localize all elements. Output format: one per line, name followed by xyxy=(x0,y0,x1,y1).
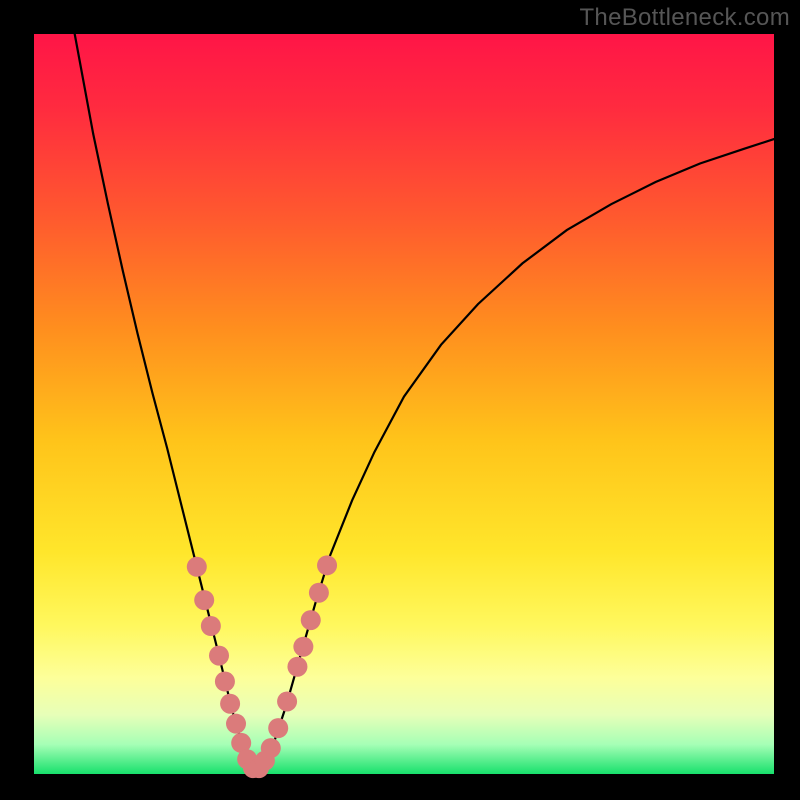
curve-marker xyxy=(215,672,235,692)
curve-marker xyxy=(277,691,297,711)
curve-marker xyxy=(187,557,207,577)
plot-background xyxy=(34,34,774,774)
curve-marker xyxy=(194,590,214,610)
curve-marker xyxy=(226,714,246,734)
curve-marker xyxy=(220,694,240,714)
curve-marker xyxy=(309,583,329,603)
curve-marker xyxy=(201,616,221,636)
curve-marker xyxy=(301,610,321,630)
curve-marker xyxy=(287,657,307,677)
curve-marker xyxy=(293,637,313,657)
bottleneck-chart xyxy=(0,0,800,800)
curve-marker xyxy=(209,646,229,666)
curve-marker xyxy=(317,555,337,575)
curve-marker xyxy=(268,718,288,738)
chart-frame: TheBottleneck.com xyxy=(0,0,800,800)
curve-marker xyxy=(261,738,281,758)
